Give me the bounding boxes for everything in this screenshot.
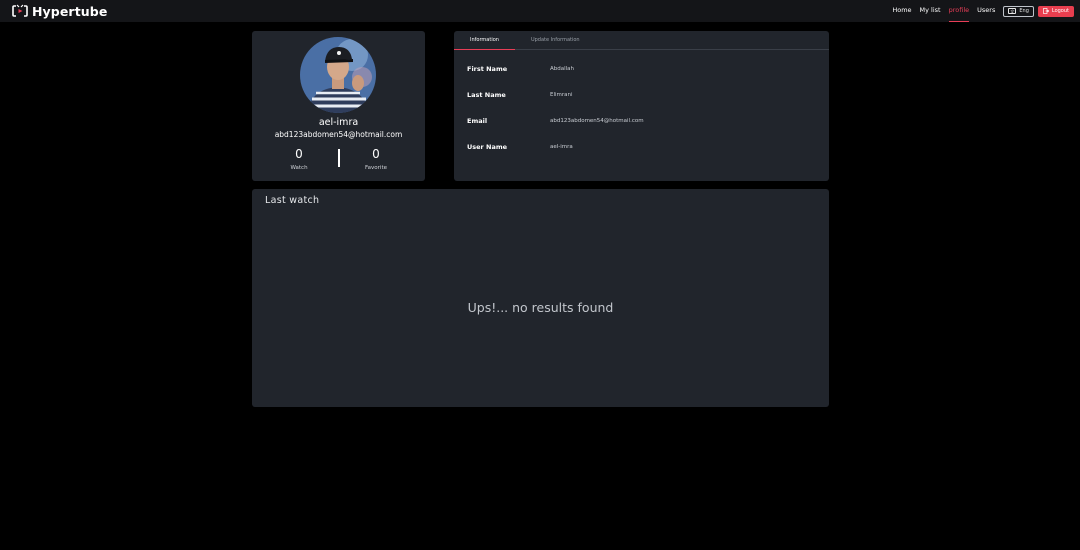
stat-divider (338, 149, 340, 167)
brand-home-link[interactable]: Hypertube (12, 4, 107, 19)
email-value: abd123abdomen54@hotmail.com (550, 118, 644, 124)
logout-button[interactable]: Logout (1037, 5, 1074, 17)
last-watch-title: Last watch (265, 195, 320, 206)
last-watch-card: Last watch Ups!... no results found (252, 189, 829, 407)
tab-information[interactable]: Information (454, 31, 515, 50)
last-name-value: Elimrani (550, 92, 573, 98)
last-name-label: Last Name (467, 91, 506, 99)
info-tabs: Information Update Information (454, 31, 829, 50)
translate-icon: 文 (1008, 8, 1017, 14)
first-name-value: Abdallah (550, 66, 575, 72)
info-row-last-name: Last Name Elimrani (467, 91, 817, 99)
avatar-photo (300, 37, 376, 113)
tab-update-information[interactable]: Update Information (515, 31, 596, 50)
empty-results-message: Ups!... no results found (467, 300, 614, 315)
user-name-value: ael-imra (550, 144, 573, 150)
nav-menu: Home My list profile Users 文 Eng Logout (884, 0, 1074, 22)
watch-label: Watch (290, 165, 308, 171)
favorite-stat: 0 Favorite (346, 147, 406, 171)
watch-stat: 0 Watch (269, 147, 329, 171)
info-row-first-name: First Name Abdallah (467, 65, 817, 73)
nav-profile-link[interactable]: profile (948, 0, 970, 22)
brand-name: Hypertube (32, 3, 108, 19)
logout-icon (1043, 8, 1049, 14)
avatar (300, 37, 376, 113)
profile-card: ael-imra abd123abdomen54@hotmail.com 0 W… (252, 31, 425, 181)
profile-username: ael-imra (318, 117, 359, 128)
nav-users-link[interactable]: Users (977, 0, 995, 22)
language-button[interactable]: 文 Eng (1003, 5, 1034, 17)
language-label: Eng (1019, 8, 1029, 14)
logout-label: Logout (1051, 8, 1069, 14)
nav-home-link[interactable]: Home (892, 0, 911, 22)
info-row-email: Email abd123abdomen54@hotmail.com (467, 117, 817, 125)
nav-my-list-link[interactable]: My list (920, 0, 941, 22)
email-label: Email (467, 117, 488, 125)
favorite-count: 0 (372, 147, 380, 161)
navbar: Hypertube Home My list profile Users 文 E… (0, 0, 1080, 22)
first-name-label: First Name (467, 65, 508, 73)
user-name-label: User Name (467, 143, 508, 151)
info-row-user-name: User Name ael-imra (467, 143, 817, 151)
favorite-label: Favorite (365, 165, 387, 171)
profile-email: abd123abdomen54@hotmail.com (274, 130, 403, 139)
watch-count: 0 (295, 147, 303, 161)
hypertube-logo-icon (12, 4, 28, 17)
information-card: Information Update Information First Nam… (454, 31, 829, 181)
